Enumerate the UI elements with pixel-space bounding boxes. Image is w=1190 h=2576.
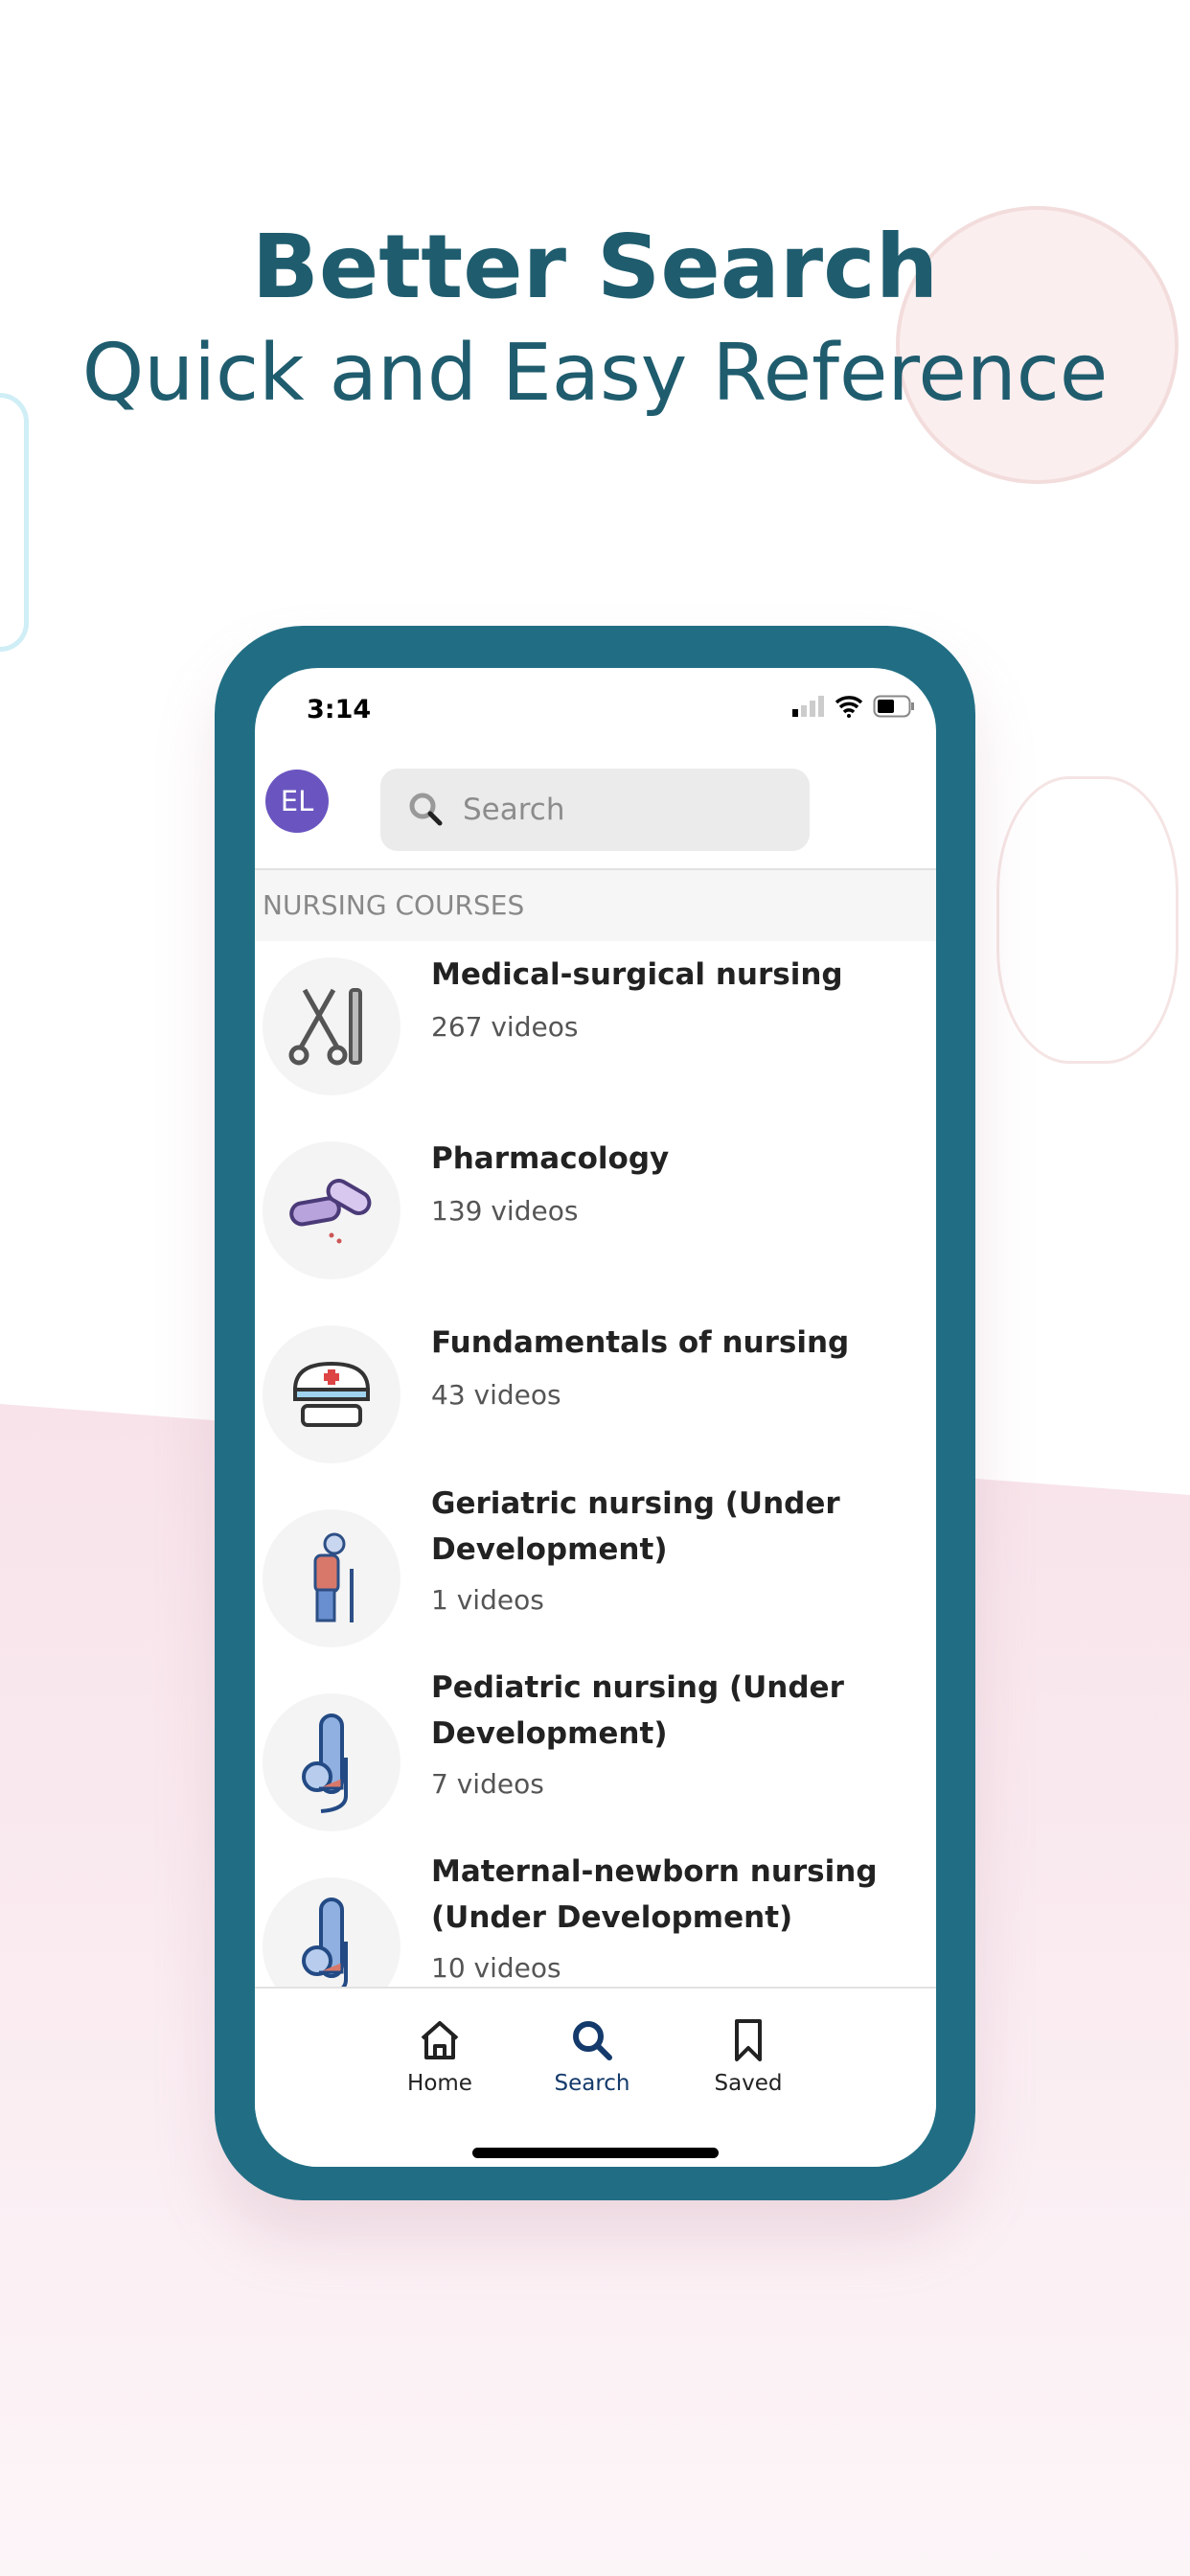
surgical-tools-icon xyxy=(263,957,400,1095)
course-title: Pediatric nursing (Under Development) xyxy=(431,1670,844,1751)
mother-child-icon xyxy=(263,1693,400,1831)
course-title: Geriatric nursing (Under Development) xyxy=(431,1486,840,1567)
course-item[interactable]: Medical-surgical nursing 267 videos xyxy=(255,957,936,1141)
tab-saved[interactable]: Saved xyxy=(691,2017,806,2096)
tab-label: Search xyxy=(554,2071,630,2096)
course-title: Pharmacology xyxy=(431,1141,670,1176)
decorative-cell-illustration xyxy=(0,393,29,652)
phone-frame: 3:14 EL Search NURSING COURSES Medical-s… xyxy=(215,626,975,2200)
home-icon xyxy=(421,2021,459,2059)
home-indicator[interactable] xyxy=(472,2148,719,2158)
search-input[interactable]: Search xyxy=(380,769,810,851)
course-item[interactable]: Pharmacology 139 videos xyxy=(255,1141,936,1325)
search-placeholder: Search xyxy=(463,793,565,827)
course-count: 267 videos xyxy=(431,1011,579,1043)
course-count: 1 videos xyxy=(431,1584,544,1616)
elderly-person-icon xyxy=(263,1509,400,1647)
signal-icon xyxy=(792,696,824,717)
battery-icon xyxy=(873,695,914,718)
course-count: 43 videos xyxy=(431,1379,561,1411)
phone-screen: 3:14 EL Search NURSING COURSES Medical-s… xyxy=(255,668,936,2167)
headline-title: Better Search xyxy=(251,216,939,318)
course-title: Maternal-newborn nursing (Under Developm… xyxy=(431,1854,878,1935)
course-count: 7 videos xyxy=(431,1768,544,1800)
course-title: Medical-surgical nursing xyxy=(431,957,843,992)
tab-label: Home xyxy=(407,2071,472,2096)
headline-subtitle: Quick and Easy Reference xyxy=(81,328,1109,419)
pills-icon xyxy=(263,1141,400,1279)
tab-home[interactable]: Home xyxy=(382,2017,497,2096)
course-count: 139 videos xyxy=(431,1195,579,1227)
avatar[interactable]: EL xyxy=(265,770,329,833)
tab-bar: Home Search Saved xyxy=(255,1987,936,2167)
decorative-brain-illustration xyxy=(996,776,1179,1064)
bookmark-icon xyxy=(735,2019,762,2061)
course-count: 10 videos xyxy=(431,1952,561,1984)
section-header: NURSING COURSES xyxy=(255,868,936,941)
status-time: 3:14 xyxy=(307,695,372,724)
nurse-cap-icon xyxy=(263,1325,400,1463)
wifi-icon xyxy=(835,696,863,718)
tab-label: Saved xyxy=(714,2071,783,2096)
search-icon xyxy=(409,793,443,826)
search-icon xyxy=(573,2021,612,2060)
tab-search[interactable]: Search xyxy=(535,2017,650,2096)
course-title: Fundamentals of nursing xyxy=(431,1325,850,1360)
status-icons xyxy=(792,695,915,718)
